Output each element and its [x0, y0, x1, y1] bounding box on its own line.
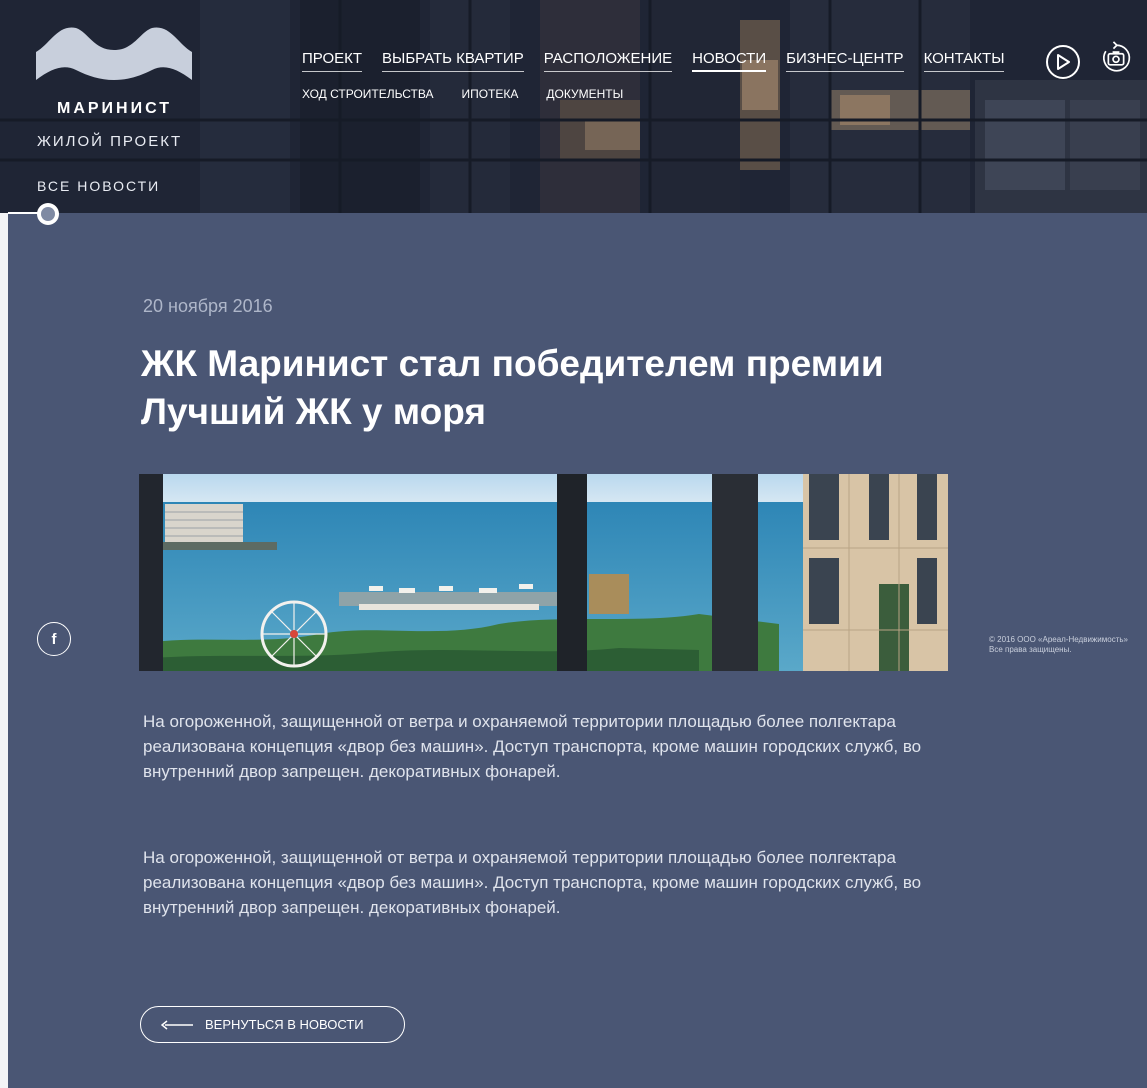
nav-item-business-center[interactable]: БИЗНЕС-ЦЕНТР	[786, 50, 904, 72]
brand-name: МАРИНИСТ	[57, 100, 173, 117]
subnav-item-documents[interactable]: ДОКУМЕНТЫ	[546, 87, 623, 101]
arrow-left-icon	[161, 1019, 193, 1030]
nav-item-news[interactable]: НОВОСТИ	[692, 50, 767, 72]
main-navigation: ПРОЕКТ ВЫБРАТЬ КВАРТИР РАСПОЛОЖЕНИЕ НОВО…	[302, 50, 1005, 72]
facebook-icon: f	[51, 630, 57, 648]
copyright-line: © 2016 ООО «Ареал-Недвижимость»	[989, 635, 1128, 644]
all-news-link[interactable]: ВСЕ НОВОСТИ	[37, 178, 160, 194]
camera-rotate-icon	[1103, 41, 1131, 72]
logo-waves-icon	[36, 27, 192, 80]
timeline-line	[8, 212, 38, 214]
nav-item-location[interactable]: РАСПОЛОЖЕНИЕ	[543, 50, 673, 72]
play-icon	[1057, 54, 1070, 70]
back-to-news-label: ВЕРНУТЬСЯ В НОВОСТИ	[205, 1017, 364, 1032]
brand-tagline: ЖИЛОЙ ПРОЕКТ	[37, 133, 183, 150]
sea-view-photo	[139, 474, 948, 671]
header-hero: МАРИНИСТ ЖИЛОЙ ПРОЕКТ ВСЕ НОВОСТИ ПРОЕКТ…	[0, 0, 1147, 213]
timeline-dot[interactable]	[37, 203, 59, 225]
ferris-wheel	[260, 600, 328, 668]
copyright-line: Все права защищены.	[989, 645, 1072, 654]
facebook-share-button[interactable]: f	[37, 622, 71, 656]
sub-navigation: ХОД СТРОИТЕЛЬСТВА ИПОТЕКА ДОКУМЕНТЫ	[302, 87, 623, 101]
article-paragraph: На огороженной, защищенной от ветра и ох…	[143, 712, 922, 781]
nav-item-contacts[interactable]: КОНТАКТЫ	[923, 50, 1005, 72]
photo-gallery-button[interactable]	[1099, 41, 1133, 75]
article-image	[139, 474, 948, 671]
subnav-item-mortgage[interactable]: ИПОТЕКА	[461, 87, 518, 101]
video-button[interactable]	[1046, 45, 1080, 79]
nav-item-project[interactable]: ПРОЕКТ	[302, 50, 363, 72]
article-date: 20 ноября 2016	[143, 296, 273, 316]
article-title: ЖК Маринист стал победителем премии Лучш…	[141, 343, 884, 432]
nav-item-choose-apartment[interactable]: ВЫБРАТЬ КВАРТИР	[382, 50, 524, 72]
subnav-item-construction[interactable]: ХОД СТРОИТЕЛЬСТВА	[302, 87, 433, 101]
back-to-news-button[interactable]: ВЕРНУТЬСЯ В НОВОСТИ	[140, 1006, 405, 1043]
article-paragraph: На огороженной, защищенной от ветра и ох…	[143, 848, 922, 917]
copyright: © 2016 ООО «Ареал-Недвижимость» Все прав…	[989, 635, 1147, 655]
